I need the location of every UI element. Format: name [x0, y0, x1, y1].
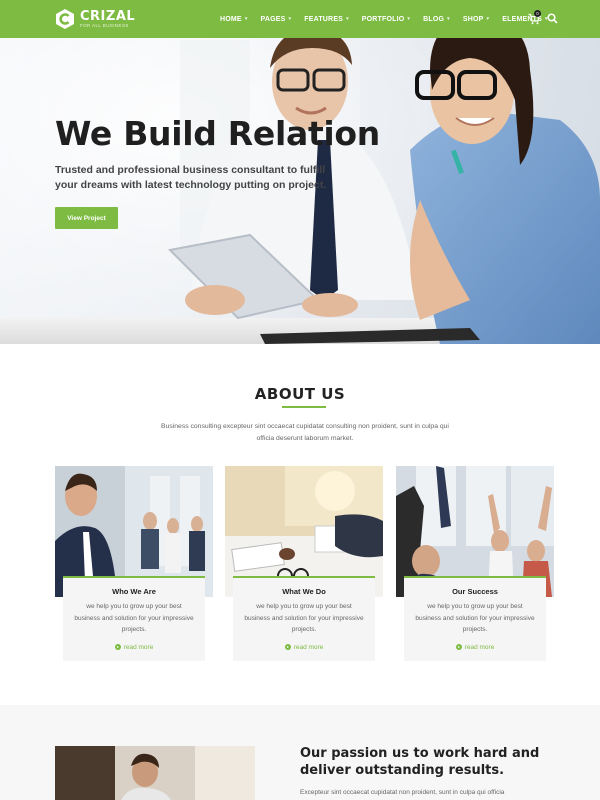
- chevron-down-icon: ▾: [346, 16, 349, 22]
- chevron-down-icon: ▾: [288, 16, 292, 22]
- brand-name: CRIZAL: [80, 8, 136, 24]
- card-text: we help you to grow up your best busines…: [415, 603, 535, 633]
- nav-label: HOME: [220, 15, 242, 23]
- arrow-circle-icon: [455, 644, 462, 650]
- chevron-down-icon: ▾: [407, 16, 411, 22]
- nav-label: PAGES: [260, 15, 286, 23]
- about-card: What We Do we help you to grow up your b…: [225, 466, 383, 666]
- read-more-label: read more: [123, 643, 154, 651]
- read-more-link[interactable]: read more: [63, 644, 205, 651]
- card-title: What We Do: [282, 587, 326, 596]
- arrow-circle-icon: [114, 644, 121, 650]
- nav-label: SHOP: [462, 15, 484, 23]
- card-body: Our Success we help you to grow up your …: [404, 576, 546, 661]
- read-more-link[interactable]: read more: [404, 644, 546, 651]
- nav-item-elements[interactable]: ELEMENTS ▾: [502, 16, 547, 23]
- nav-item-home[interactable]: HOME ▾: [220, 16, 248, 23]
- nav-item-portfolio[interactable]: PORTFOLIO ▾: [362, 16, 410, 23]
- card-body: Who We Are we help you to grow up your b…: [63, 576, 205, 661]
- about-description: Business consulting excepteur sint occae…: [161, 423, 449, 442]
- nav-label: PORTFOLIO: [361, 15, 405, 23]
- card-title: Our Success: [452, 587, 498, 596]
- passion-text: Excepteur sint occaecat cupidatat non pr…: [300, 789, 505, 796]
- brand-logo[interactable]: CRIZAL FOR ALL BUSINESS: [55, 8, 135, 30]
- chevron-down-icon: ▾: [447, 16, 450, 22]
- nav-item-blog[interactable]: BLOG ▾: [423, 16, 450, 23]
- passion-image: [55, 746, 255, 800]
- nav-item-pages[interactable]: PAGES ▾: [261, 16, 292, 23]
- nav-label: BLOG: [423, 15, 445, 23]
- about-card: Who We Are we help you to grow up your b…: [55, 466, 213, 666]
- read-more-label: read more: [293, 643, 324, 651]
- passion-title: Our passion us to work hard and deliver …: [300, 746, 540, 778]
- top-navbar: CRIZAL FOR ALL BUSINESS HOME ▾ PAGES ▾ FEA…: [0, 0, 600, 38]
- card-text: we help you to grow up your best busines…: [244, 603, 364, 633]
- hero-section: We Build Relation Trusted and profession…: [0, 0, 600, 344]
- view-project-button[interactable]: View Project: [55, 207, 118, 229]
- about-title: ABOUT US: [254, 385, 346, 403]
- chevron-down-icon: ▾: [486, 16, 490, 22]
- nav-item-shop[interactable]: SHOP ▾: [463, 16, 489, 23]
- brand-tagline: FOR ALL BUSINESS: [80, 22, 129, 28]
- search-icon[interactable]: [547, 13, 558, 24]
- logo-c-icon: [56, 9, 74, 29]
- chevron-down-icon: ▾: [244, 16, 248, 22]
- title-divider: [282, 406, 326, 408]
- arrow-circle-icon: [284, 644, 291, 650]
- nav-label: FEATURES: [304, 15, 344, 23]
- main-menu: HOME ▾ PAGES ▾ FEATURES ▾ PORTFOLIO ▾ BLOG ▾ …: [220, 0, 561, 38]
- about-card: Our Success we help you to grow up your …: [396, 466, 554, 666]
- read-more-link[interactable]: read more: [233, 644, 375, 651]
- cart-count-badge: 0: [534, 10, 541, 17]
- card-text: we help you to grow up your best busines…: [74, 603, 194, 633]
- card-title: Who We Are: [112, 587, 156, 596]
- nav-item-features[interactable]: FEATURES ▾: [304, 16, 349, 23]
- card-body: What We Do we help you to grow up your b…: [233, 576, 375, 661]
- hero-title: We Build Relation: [55, 114, 380, 153]
- hero-subtitle: Trusted and professional business consul…: [55, 164, 327, 191]
- read-more-label: read more: [464, 643, 495, 651]
